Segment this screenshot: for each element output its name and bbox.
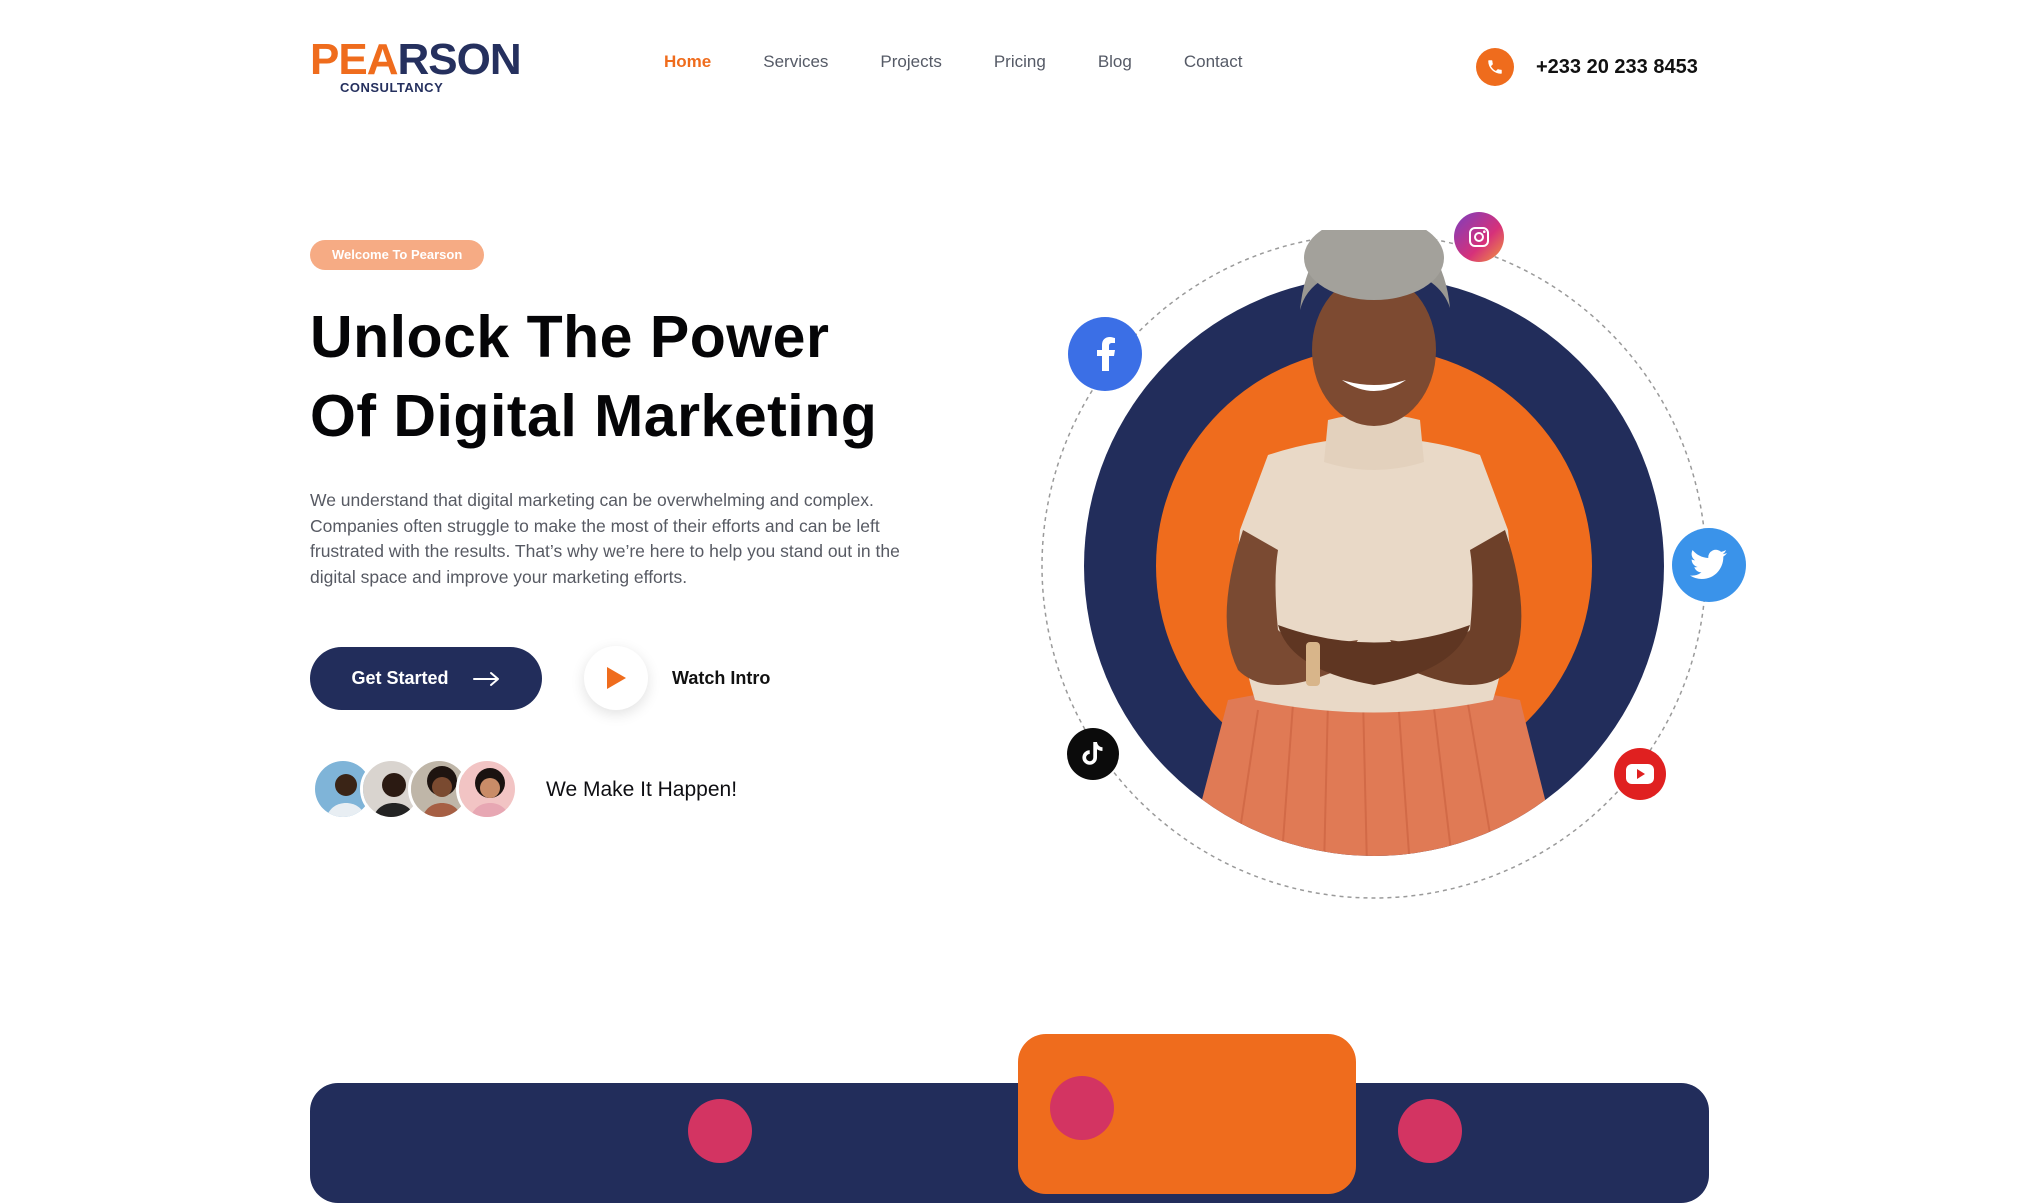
get-started-label: Get Started xyxy=(351,668,449,688)
team-avatars xyxy=(312,758,522,822)
phone-number: +233 20 233 8453 xyxy=(1536,55,1698,78)
facebook-icon xyxy=(1097,337,1115,371)
arrow-right-icon xyxy=(472,671,499,686)
headline-line-1: Unlock The Power xyxy=(310,304,830,370)
nav-home[interactable]: Home xyxy=(664,52,711,72)
twitter-icon xyxy=(1690,549,1727,579)
highlight-card xyxy=(1018,1034,1356,1194)
pink-dot-decoration xyxy=(1050,1076,1114,1140)
pink-dot-decoration xyxy=(688,1099,752,1163)
hero-illustration xyxy=(1041,216,1707,899)
instagram-button[interactable] xyxy=(1454,212,1504,262)
logo-subtitle: CONSULTANCY xyxy=(340,80,444,95)
watch-intro-label: Watch Intro xyxy=(672,667,771,688)
logo-part-pe: PE xyxy=(310,35,368,84)
youtube-button[interactable] xyxy=(1614,748,1666,800)
main-nav: Home Services Projects Pricing Blog Cont… xyxy=(664,52,1294,72)
phone-contact[interactable]: +233 20 233 8453 xyxy=(1476,48,1698,86)
stats-panel xyxy=(310,1083,1709,1203)
welcome-badge: Welcome To Pearson xyxy=(310,240,485,270)
nav-services[interactable]: Services xyxy=(763,52,828,72)
tiktok-icon xyxy=(1082,742,1103,765)
twitter-button[interactable] xyxy=(1672,528,1746,602)
hero-headline: Unlock The Power Of Digital Marketing xyxy=(310,298,1010,456)
pink-dot-decoration xyxy=(1398,1099,1462,1163)
logo-part-rson: RSON xyxy=(397,35,521,84)
tiktok-button[interactable] xyxy=(1067,728,1119,780)
watch-intro[interactable]: Watch Intro xyxy=(584,646,770,710)
logo[interactable]: PEARSON CONSULTANCY xyxy=(310,36,522,96)
get-started-button[interactable]: Get Started xyxy=(310,647,542,710)
instagram-icon xyxy=(1469,227,1489,247)
nav-pricing[interactable]: Pricing xyxy=(994,52,1046,72)
headline-line-2: Of Digital Marketing xyxy=(310,383,878,449)
logo-wordmark: PEARSON xyxy=(310,35,522,84)
nav-contact[interactable]: Contact xyxy=(1184,52,1243,72)
facebook-button[interactable] xyxy=(1068,317,1142,391)
phone-icon xyxy=(1476,48,1514,86)
avatar xyxy=(456,758,518,820)
play-button[interactable] xyxy=(584,646,648,710)
hero-tagline: We Make It Happen! xyxy=(546,778,738,801)
youtube-icon xyxy=(1626,764,1654,784)
hero-description: We understand that digital marketing can… xyxy=(310,490,900,587)
logo-part-a: A xyxy=(366,35,399,84)
play-icon xyxy=(607,667,626,689)
hero-visual xyxy=(1038,212,1746,902)
nav-blog[interactable]: Blog xyxy=(1098,52,1132,72)
nav-projects[interactable]: Projects xyxy=(880,52,941,72)
